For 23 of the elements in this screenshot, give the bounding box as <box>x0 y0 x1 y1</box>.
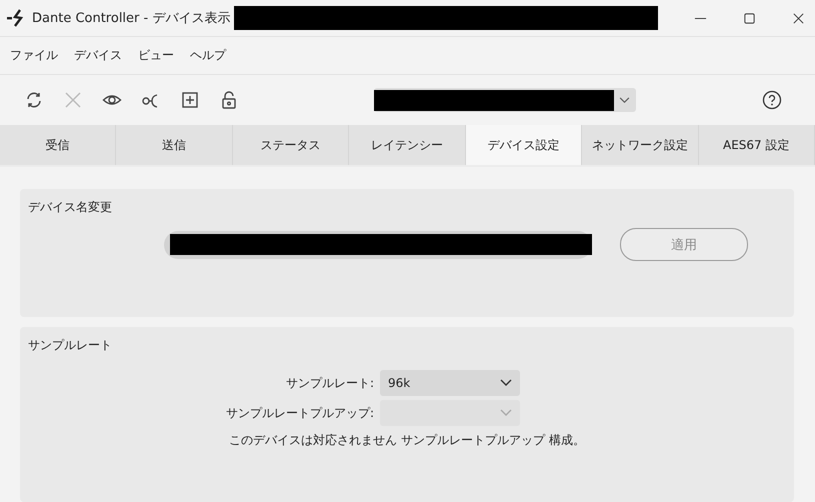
field-label: サンプルレート: <box>284 374 374 392</box>
tab[interactable]: デバイス設定 <box>466 125 582 165</box>
menu-item[interactable]: デバイス <box>74 47 122 64</box>
maximize-icon[interactable] <box>743 12 756 24</box>
chevron-down-icon <box>500 379 512 387</box>
info-text: このデバイスは対応されません サンプルレートプルアップ 構成。 <box>229 432 585 449</box>
panel-title: デバイス名変更 <box>28 199 112 216</box>
menu-item[interactable]: ビュー <box>138 47 174 64</box>
field-label: サンプルレートプルアップ: <box>224 404 374 422</box>
chevron-down-icon <box>500 409 512 417</box>
app-logo-icon <box>6 8 26 28</box>
panel-title: サンプルレート <box>28 337 112 354</box>
chevron-down-icon <box>619 96 630 104</box>
help-icon[interactable] <box>762 90 782 110</box>
window-title: Dante Controller - デバイス表示 <box>32 10 230 27</box>
menu-item[interactable]: ヘルプ <box>190 47 226 64</box>
device-name-field[interactable] <box>164 230 592 258</box>
dropdown[interactable]: 96k <box>380 370 520 396</box>
menu-item[interactable]: ファイル <box>10 47 58 64</box>
dropdown-value: 96k <box>388 376 410 390</box>
add-box-icon[interactable] <box>180 90 200 110</box>
device-dropdown[interactable] <box>374 88 636 112</box>
close-icon[interactable] <box>792 12 806 24</box>
